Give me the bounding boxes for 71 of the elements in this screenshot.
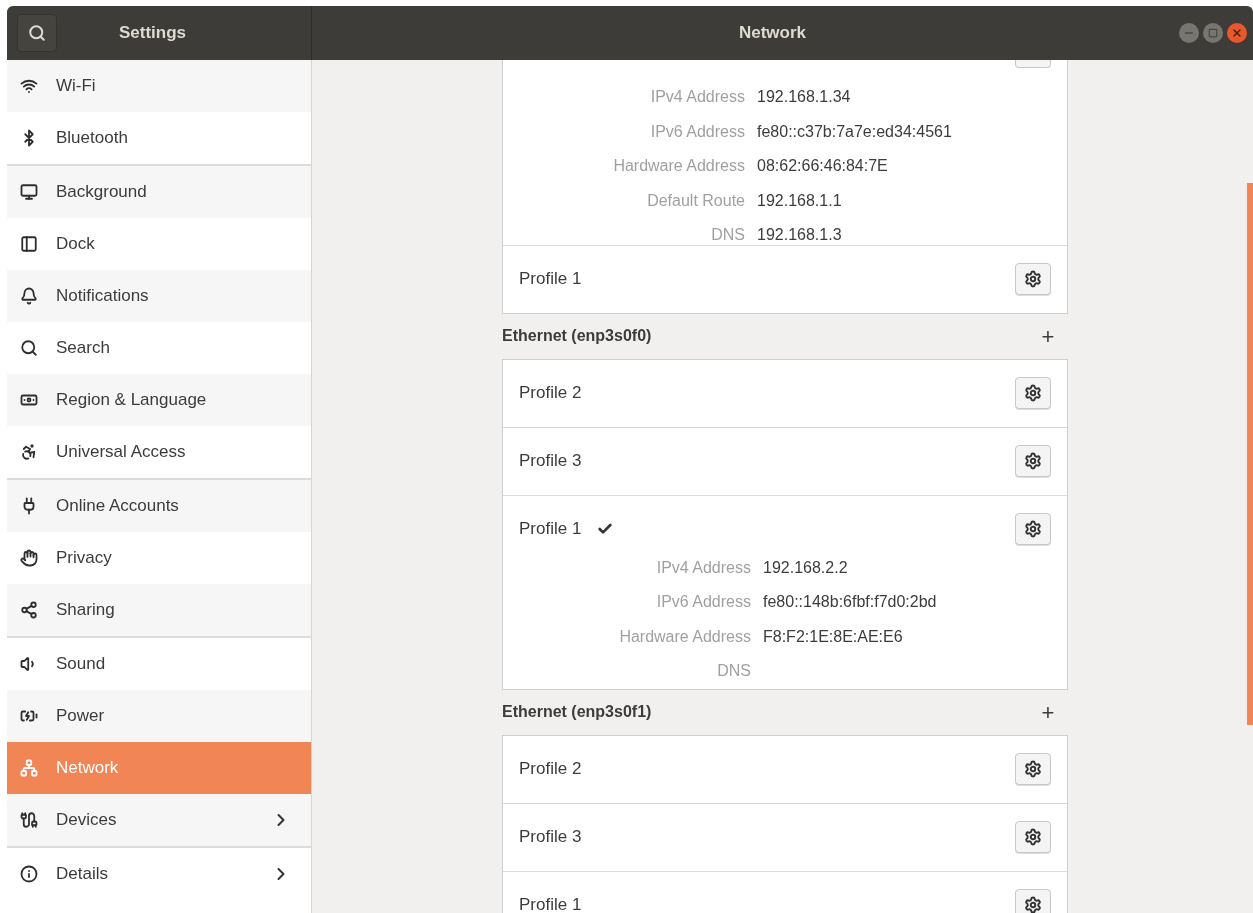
detail-value: fe80::c37b:7a7e:ed34:4561 bbox=[757, 121, 952, 142]
add-button[interactable]: + bbox=[1034, 695, 1062, 729]
hand-icon bbox=[20, 549, 38, 567]
detail-label: Hardware Address bbox=[612, 156, 746, 177]
sidebar-item[interactable]: Wi-Fi bbox=[7, 60, 311, 112]
detail-value: 192.168.1.3 bbox=[757, 225, 842, 246]
profile-name: Profile 3 bbox=[519, 450, 582, 473]
network-icon bbox=[20, 759, 38, 777]
minimize-button[interactable] bbox=[1179, 23, 1199, 43]
sidebar-item[interactable]: Sharing bbox=[7, 584, 311, 636]
cable-icon bbox=[20, 811, 38, 829]
profile-row[interactable]: Profile 1 bbox=[503, 870, 1067, 913]
profile-row[interactable]: Profile 2 bbox=[503, 359, 1067, 427]
wifi-icon bbox=[20, 77, 38, 95]
maximize-button[interactable] bbox=[1203, 23, 1223, 43]
detail-value: 192.168.1.1 bbox=[757, 190, 842, 211]
profile-name: Profile 1 bbox=[519, 894, 582, 913]
gear-icon bbox=[1024, 760, 1042, 778]
accessibility-icon bbox=[20, 443, 38, 461]
search-button[interactable] bbox=[17, 14, 57, 52]
gear-icon bbox=[1024, 520, 1042, 538]
section-header: Ethernet (enp3s0f1) bbox=[502, 702, 653, 722]
gear-icon bbox=[1024, 452, 1042, 470]
sidebar-item[interactable]: Devices bbox=[7, 794, 311, 846]
close-icon bbox=[1231, 27, 1243, 39]
profile-row[interactable]: Profile 3 bbox=[503, 426, 1067, 495]
gear-icon bbox=[1024, 896, 1042, 913]
sidebar-item[interactable]: Region & Language bbox=[7, 374, 311, 426]
profile-name: Profile 2 bbox=[519, 758, 582, 781]
monitor-icon bbox=[20, 183, 38, 201]
gear-icon bbox=[1024, 270, 1042, 288]
sidebar-item[interactable]: Power bbox=[7, 690, 311, 742]
profile-row[interactable]: Profile 1 IPv4 Address 192.168.2.2 IPv6 Address fe80::148b:6fbf:f7d0:2bd Hardware Address F8:F2:1E:8E:AE:E6 DNS bbox=[503, 494, 1067, 689]
window-title: Network bbox=[738, 22, 808, 45]
search-icon bbox=[28, 24, 46, 42]
sidebar-item[interactable]: Online Accounts bbox=[7, 480, 311, 532]
profile-row[interactable]: Profile 3 bbox=[503, 802, 1067, 871]
detail-value: 192.168.1.34 bbox=[757, 87, 851, 108]
detail-label: Default Route bbox=[646, 190, 746, 211]
maximize-icon bbox=[1208, 28, 1218, 38]
sidebar-item[interactable]: Background bbox=[7, 166, 311, 218]
detail-label: IPv4 Address bbox=[649, 87, 746, 108]
detail-value: 192.168.2.2 bbox=[763, 557, 848, 578]
detail-label: DNS bbox=[716, 661, 752, 682]
profile-name: Profile 2 bbox=[519, 382, 582, 405]
bell-icon bbox=[20, 287, 38, 305]
detail-label: IPv6 Address bbox=[649, 121, 746, 142]
panel-icon bbox=[20, 235, 38, 253]
gear-icon bbox=[1024, 828, 1042, 846]
detail-label: IPv6 Address bbox=[655, 592, 752, 613]
detail-value: F8:F2:1E:8E:AE:E6 bbox=[763, 626, 903, 647]
profile-name: Profile 1 bbox=[519, 268, 582, 291]
share-icon bbox=[20, 601, 38, 619]
profile-name: Profile 1 bbox=[519, 518, 582, 541]
detail-label: DNS bbox=[710, 225, 746, 246]
info-icon bbox=[20, 865, 38, 883]
profile-row[interactable]: Profile 2 bbox=[503, 735, 1067, 803]
add-button[interactable]: + bbox=[1034, 319, 1062, 353]
close-button[interactable] bbox=[1227, 23, 1247, 43]
profile-row[interactable]: Profile 1 bbox=[503, 244, 1067, 313]
gear-icon bbox=[1024, 384, 1042, 402]
detail-label: IPv4 Address bbox=[655, 557, 752, 578]
sidebar-item[interactable]: Notifications bbox=[7, 270, 311, 322]
detail-value: 08:62:66:46:84:7E bbox=[757, 156, 888, 177]
profile-name: Profile 3 bbox=[519, 826, 582, 849]
search-icon bbox=[20, 339, 38, 357]
sidebar-title: Settings bbox=[119, 22, 187, 45]
scrollbar[interactable] bbox=[1247, 183, 1253, 725]
section-header: Ethernet (enp3s0f0) bbox=[502, 326, 653, 346]
detail-value: fe80::148b:6fbf:f7d0:2bd bbox=[763, 592, 937, 613]
detail-label: Hardware Address bbox=[618, 626, 752, 647]
